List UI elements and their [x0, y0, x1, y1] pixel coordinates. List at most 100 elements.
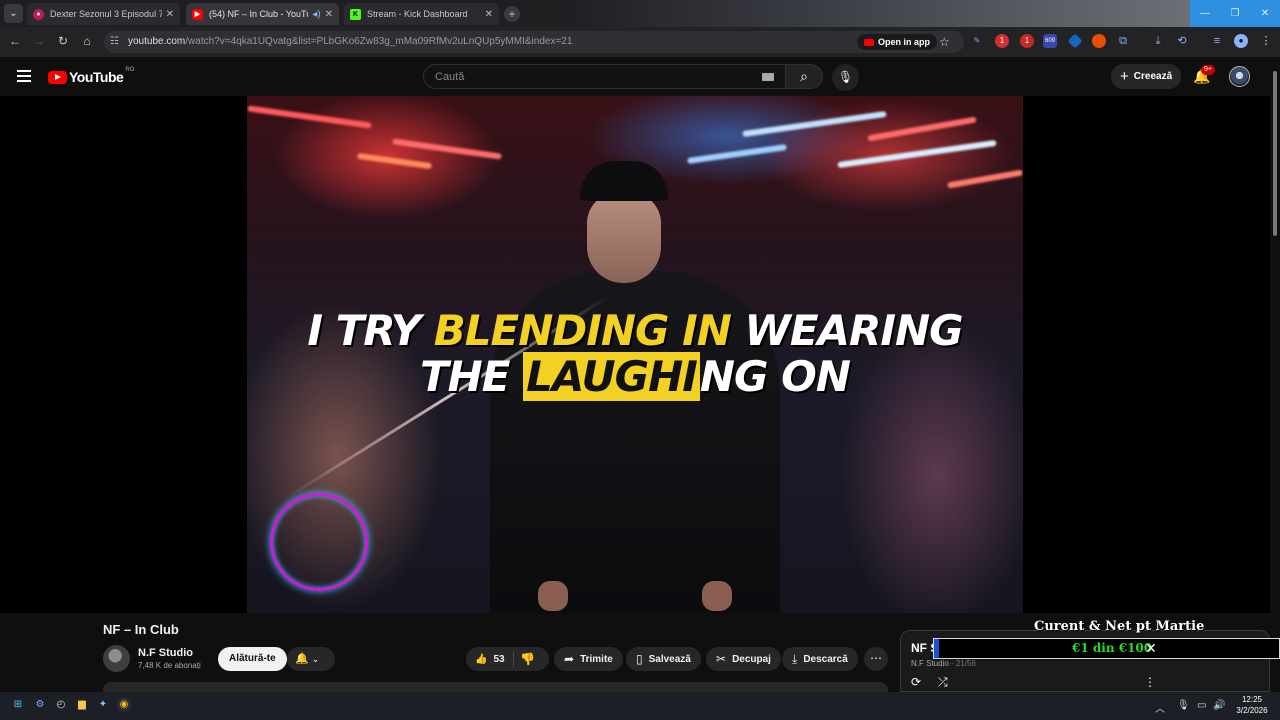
- open-in-app-button[interactable]: Open in app: [857, 34, 938, 50]
- bookmark-icon: ▯: [636, 652, 643, 666]
- back-icon[interactable]: ←: [7, 34, 23, 48]
- browser-toolbar: ← → ↻ ⌂ ☷ youtube.com/watch?v=4qka1UQvat…: [0, 27, 1280, 57]
- extension-orange-icon[interactable]: [1092, 34, 1106, 48]
- copilot-icon[interactable]: ✦: [96, 698, 110, 712]
- stream-goal-bar: €1 din €100 ✕: [933, 638, 1280, 659]
- subscription-bell-button[interactable]: 🔔 ⌄: [287, 647, 335, 671]
- share-button[interactable]: ➦ Trimite: [554, 647, 623, 671]
- network-icon[interactable]: ▭: [1197, 700, 1206, 711]
- reload-icon[interactable]: ↻: [55, 34, 71, 48]
- stage-light: [867, 116, 977, 142]
- home-icon[interactable]: ⌂: [79, 34, 95, 48]
- youtube-icon: [864, 38, 874, 46]
- stage-light: [837, 139, 997, 169]
- shuffle-icon[interactable]: ⤮: [938, 675, 948, 690]
- tab-dexter[interactable]: ● Dexter Sezonul 3 Episodul 7 Online ✕: [27, 3, 180, 25]
- close-window-button[interactable]: ✕: [1250, 0, 1280, 27]
- extension-red-icon[interactable]: 1: [995, 34, 1009, 48]
- join-button[interactable]: Alătură-te: [218, 647, 287, 671]
- tab-youtube[interactable]: ▶ (54) NF – In Club - YouTube ◂) ✕: [186, 3, 339, 25]
- thumbs-up-icon: 👍: [475, 653, 488, 665]
- bookmark-star-icon[interactable]: ☆: [939, 35, 950, 49]
- voice-search-button[interactable]: 🎙: [832, 64, 859, 91]
- share-icon: ➦: [564, 652, 575, 666]
- pen-extension-icon[interactable]: ✎: [970, 34, 984, 48]
- subscriber-count: 7,48 K de abonați: [138, 661, 201, 670]
- extension-counter-icon[interactable]: 609: [1043, 34, 1057, 48]
- account-avatar[interactable]: [1229, 66, 1250, 87]
- windows-taskbar: ⊞ ⚙ ◴ ▆ ✦ ◉ ︿ 🎙 ▭ 🔊 12:25 3/2/2026: [0, 692, 1280, 720]
- menu-icon[interactable]: [17, 70, 31, 82]
- bell-icon: 🔔: [295, 653, 309, 665]
- microphone-tray-icon[interactable]: 🎙: [1177, 700, 1190, 711]
- kick-favicon-icon: K: [350, 8, 361, 20]
- file-explorer-icon[interactable]: ▆: [75, 698, 89, 712]
- minimize-button[interactable]: —: [1190, 0, 1220, 27]
- search-icon: ⌕: [800, 68, 808, 84]
- system-clock[interactable]: 12:25 3/2/2026: [1232, 694, 1272, 716]
- extensions-puzzle-icon[interactable]: ⧉: [1116, 34, 1130, 48]
- search-button[interactable]: ⌕: [785, 64, 823, 89]
- like-count: 53: [493, 653, 505, 665]
- windows-start-icon[interactable]: ⊞: [11, 698, 25, 712]
- loop-icon[interactable]: ⟳: [911, 675, 921, 689]
- url-text[interactable]: youtube.com/watch?v=4qka1UQvatg&list=PLb…: [128, 36, 572, 47]
- app-icon[interactable]: ⚙: [33, 698, 47, 712]
- page-scrollbar[interactable]: [1270, 57, 1280, 692]
- forward-icon[interactable]: →: [31, 34, 47, 48]
- close-icon[interactable]: ✕: [166, 9, 174, 20]
- clip-button[interactable]: ✂ Decupaj: [706, 647, 781, 671]
- like-button[interactable]: 👍 53: [466, 647, 505, 671]
- volume-icon[interactable]: 🔊: [1213, 700, 1225, 711]
- stream-goal-heading: Curent & Net pt Martie: [1034, 619, 1205, 634]
- download-button[interactable]: ⤓ Descarcă: [782, 647, 858, 671]
- dexter-favicon-icon: ●: [33, 8, 44, 20]
- create-button[interactable]: + Creează: [1111, 64, 1182, 89]
- video-frame[interactable]: I TRY BLENDING IN WEARING THE LAUGHING O…: [247, 96, 1023, 613]
- maximize-button[interactable]: ❐: [1220, 0, 1250, 27]
- history-icon[interactable]: ⟲: [1175, 34, 1189, 48]
- close-icon[interactable]: ✕: [1145, 640, 1157, 657]
- stage-light: [742, 110, 887, 138]
- download-icon: ⤓: [792, 651, 798, 666]
- extension-diamond-icon[interactable]: [1067, 33, 1083, 49]
- stage-light: [247, 105, 372, 129]
- playlist-more-icon[interactable]: ⋮: [1144, 675, 1156, 689]
- dislike-button[interactable]: 👎: [520, 652, 535, 666]
- more-actions-button[interactable]: ⋯: [864, 647, 888, 671]
- lyrics-line-2: THE LAUGHING ON: [420, 352, 851, 401]
- audio-visualizer-ring: [270, 493, 368, 591]
- download-icon[interactable]: ⤓: [1151, 34, 1165, 48]
- close-icon[interactable]: ✕: [485, 9, 493, 20]
- video-player[interactable]: I TRY BLENDING IN WEARING THE LAUGHING O…: [0, 96, 1270, 613]
- search-input[interactable]: [424, 65, 724, 88]
- profile-icon[interactable]: ●: [1234, 34, 1248, 48]
- tab-title: Dexter Sezonul 3 Episodul 7 Online: [50, 9, 162, 19]
- lyrics-line-1: I TRY BLENDING IN WEARING: [307, 306, 963, 355]
- extension-red2-icon[interactable]: 1: [1020, 34, 1034, 48]
- site-info-icon[interactable]: ☷: [110, 36, 119, 47]
- like-dislike-group: 👍 53: [466, 647, 549, 671]
- divider: [513, 651, 514, 667]
- chrome-icon[interactable]: ◉: [117, 698, 131, 712]
- keyboard-icon[interactable]: [762, 73, 774, 81]
- new-tab-button[interactable]: +: [504, 6, 520, 22]
- address-bar[interactable]: ☷ youtube.com/watch?v=4qka1UQvatg&list=P…: [104, 31, 964, 53]
- youtube-favicon-icon: ▶: [192, 8, 203, 20]
- speaker-icon[interactable]: ◂): [312, 9, 320, 20]
- browser-menu-icon[interactable]: ⋮: [1259, 34, 1273, 48]
- close-icon[interactable]: ✕: [325, 9, 333, 20]
- notification-badge: 9+: [1201, 65, 1215, 75]
- reading-list-icon[interactable]: ≡: [1210, 34, 1224, 48]
- youtube-logo[interactable]: YouTube RO: [48, 67, 134, 85]
- tab-kick[interactable]: K Stream - Kick Dashboard ✕: [344, 3, 499, 25]
- playlist-meta: N.F Studio - 21/56: [911, 659, 976, 668]
- tray-chevron-icon[interactable]: ︿: [1155, 700, 1165, 715]
- channel-avatar[interactable]: [103, 645, 130, 672]
- channel-name[interactable]: N.F Studio: [138, 647, 193, 659]
- save-button[interactable]: ▯ Salvează: [626, 647, 701, 671]
- chevron-down-icon: ⌄: [311, 654, 320, 664]
- tab-search-button[interactable]: ⌄: [4, 4, 23, 23]
- description-box[interactable]: [103, 682, 888, 692]
- clock-app-icon[interactable]: ◴: [54, 698, 68, 712]
